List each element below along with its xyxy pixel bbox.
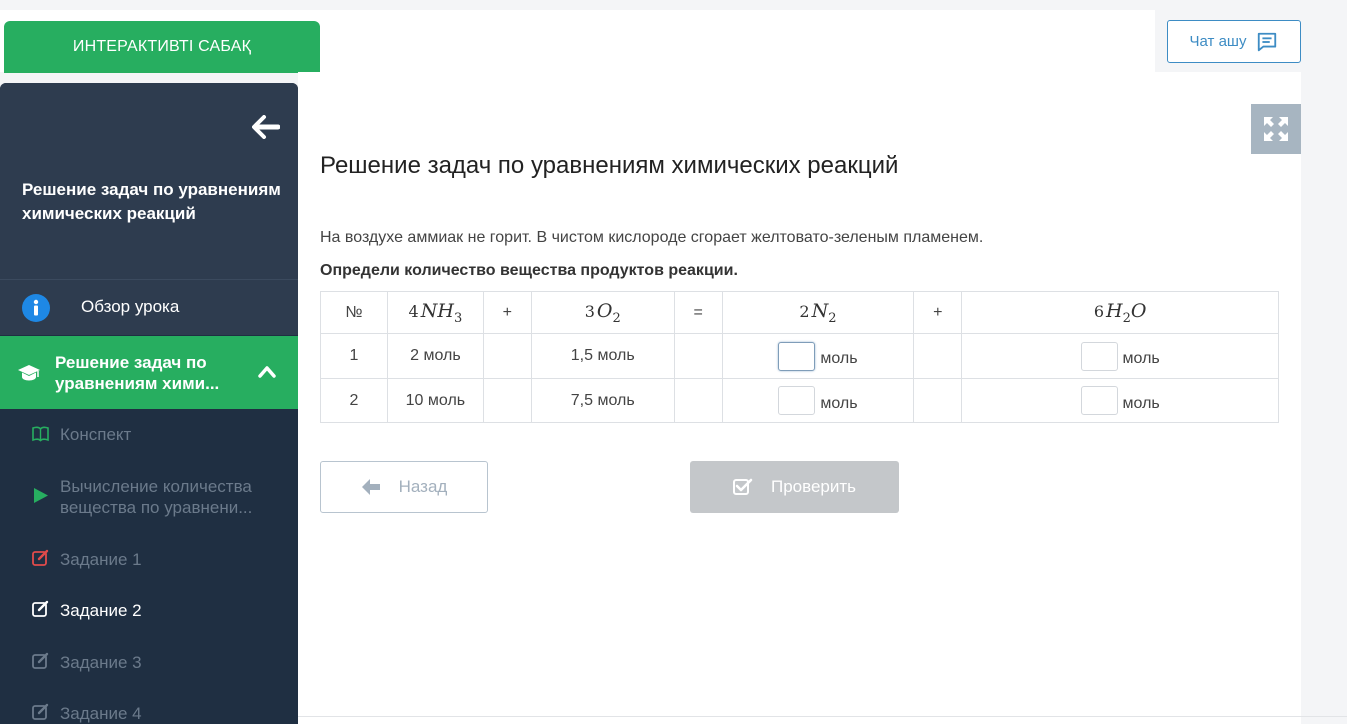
o2-amount: 1,5 моль bbox=[530, 333, 675, 379]
chevron-up-icon[interactable] bbox=[258, 364, 276, 378]
sidebar-item-label: Задание 2 bbox=[60, 601, 142, 620]
arrow-left-icon bbox=[361, 479, 380, 495]
sidebar-lesson-title: Решение задач по уравнениям химических р… bbox=[22, 180, 281, 223]
n2-answer-input[interactable] bbox=[778, 386, 816, 415]
table-row: 1 2 моль 1,5 моль моль моль bbox=[320, 333, 1279, 379]
graduation-cap-icon bbox=[18, 365, 40, 381]
chat-bubble-icon bbox=[1258, 32, 1277, 51]
lesson-sidebar: Решение задач по уравнениям химических р… bbox=[0, 83, 298, 724]
checkbox-checked-icon bbox=[732, 478, 753, 495]
back-button-label: Назад bbox=[398, 477, 448, 496]
sidebar-section-current[interactable]: Решение задач по уравнениям хими... bbox=[0, 336, 298, 409]
check-button[interactable]: Проверить bbox=[690, 461, 899, 513]
sidebar-item-video[interactable]: Вычисление количества вещества по уравне… bbox=[0, 473, 298, 523]
column-nh3: 4 NH3 bbox=[386, 291, 484, 334]
sidebar-item-label: Задание 1 bbox=[60, 550, 142, 569]
unit-label: моль bbox=[820, 350, 858, 367]
right-margin bbox=[1301, 0, 1347, 724]
reaction-table: № 4 NH3 + 3 O2 = 2 N2 + 6 H2O 1 2 моль 1,5 м… bbox=[320, 291, 1279, 423]
empty-cell bbox=[482, 378, 532, 423]
top-band bbox=[0, 0, 1347, 10]
check-button-label: Проверить bbox=[770, 477, 857, 496]
sidebar-item-task-4[interactable]: Задание 4 bbox=[0, 701, 298, 724]
table-header-row: № 4 NH3 + 3 O2 = 2 N2 + 6 H2O bbox=[320, 291, 1279, 334]
n2-answer-cell: моль bbox=[721, 333, 915, 379]
sidebar-item-konspekt[interactable]: Конспект bbox=[0, 422, 298, 452]
row-number: 1 bbox=[320, 333, 388, 379]
column-o2: 3 O2 bbox=[530, 291, 675, 334]
task-description: На воздухе аммиак не горит. В чистом кис… bbox=[320, 229, 984, 246]
chat-button-label: Чат ашу bbox=[1189, 33, 1247, 50]
empty-cell bbox=[673, 378, 723, 423]
book-icon bbox=[32, 426, 49, 442]
page-title: Решение задач по уравнениям химических р… bbox=[320, 152, 899, 179]
empty-cell bbox=[482, 333, 532, 379]
sidebar-item-task-2[interactable]: Задание 2 bbox=[0, 598, 298, 628]
expand-arrows-icon bbox=[1264, 117, 1288, 141]
h2o-answer-cell: моль bbox=[961, 333, 1279, 379]
o2-amount: 7,5 моль bbox=[530, 378, 675, 423]
play-icon bbox=[34, 488, 48, 503]
h2o-answer-input[interactable] bbox=[1080, 341, 1118, 371]
column-plus: + bbox=[913, 291, 963, 334]
empty-cell bbox=[673, 333, 723, 379]
sidebar-item-label: Вычисление количества вещества по уравне… bbox=[60, 477, 253, 517]
h2o-answer-cell: моль bbox=[961, 378, 1279, 423]
open-chat-button[interactable]: Чат ашу bbox=[1167, 20, 1301, 63]
fullscreen-button[interactable] bbox=[1251, 104, 1301, 154]
sidebar-item-label: Конспект bbox=[60, 425, 132, 444]
task-instruction: Определи количество вещества продуктов р… bbox=[320, 262, 738, 279]
column-number: № bbox=[320, 291, 388, 334]
column-h2o: 6 H2O bbox=[961, 291, 1279, 334]
n2-answer-cell: моль bbox=[721, 378, 915, 423]
n2-answer-input[interactable] bbox=[778, 341, 816, 371]
column-equals: = bbox=[673, 291, 723, 334]
row-number: 2 bbox=[320, 378, 388, 423]
nh3-amount: 10 моль bbox=[386, 378, 484, 423]
unit-label: моль bbox=[820, 394, 858, 412]
bottom-divider bbox=[298, 716, 1347, 717]
empty-cell bbox=[913, 378, 963, 423]
edit-icon bbox=[32, 600, 49, 617]
sidebar-header: Решение задач по уравнениям химических р… bbox=[0, 83, 298, 279]
interactive-lesson-tab[interactable]: ИНТЕРАКТИВТІ САБАҚ bbox=[4, 21, 320, 73]
table-row: 2 10 моль 7,5 моль моль моль bbox=[320, 378, 1279, 423]
edit-icon bbox=[32, 703, 49, 720]
empty-cell bbox=[913, 333, 963, 379]
sidebar-item-task-1[interactable]: Задание 1 bbox=[0, 547, 298, 577]
h2o-answer-input[interactable] bbox=[1080, 386, 1118, 415]
unit-label: моль bbox=[1122, 350, 1160, 367]
edit-icon bbox=[32, 652, 49, 669]
arrow-left-icon[interactable] bbox=[252, 115, 280, 139]
back-button[interactable]: Назад bbox=[320, 461, 488, 513]
sidebar-item-overview[interactable]: Обзор урока bbox=[0, 279, 298, 335]
unit-label: моль bbox=[1122, 394, 1160, 412]
info-icon bbox=[22, 294, 50, 322]
sidebar-section-label: Решение задач по уравнениям хими... bbox=[55, 353, 220, 393]
sidebar-item-label: Задание 4 bbox=[60, 704, 142, 723]
nh3-amount: 2 моль bbox=[386, 333, 484, 379]
column-n2: 2 N2 bbox=[721, 291, 915, 334]
column-plus: + bbox=[482, 291, 532, 334]
edit-icon bbox=[32, 549, 49, 566]
sidebar-item-label: Задание 3 bbox=[60, 653, 142, 672]
sidebar-item-task-3[interactable]: Задание 3 bbox=[0, 650, 298, 680]
sidebar-item-label: Обзор урока bbox=[81, 297, 180, 316]
